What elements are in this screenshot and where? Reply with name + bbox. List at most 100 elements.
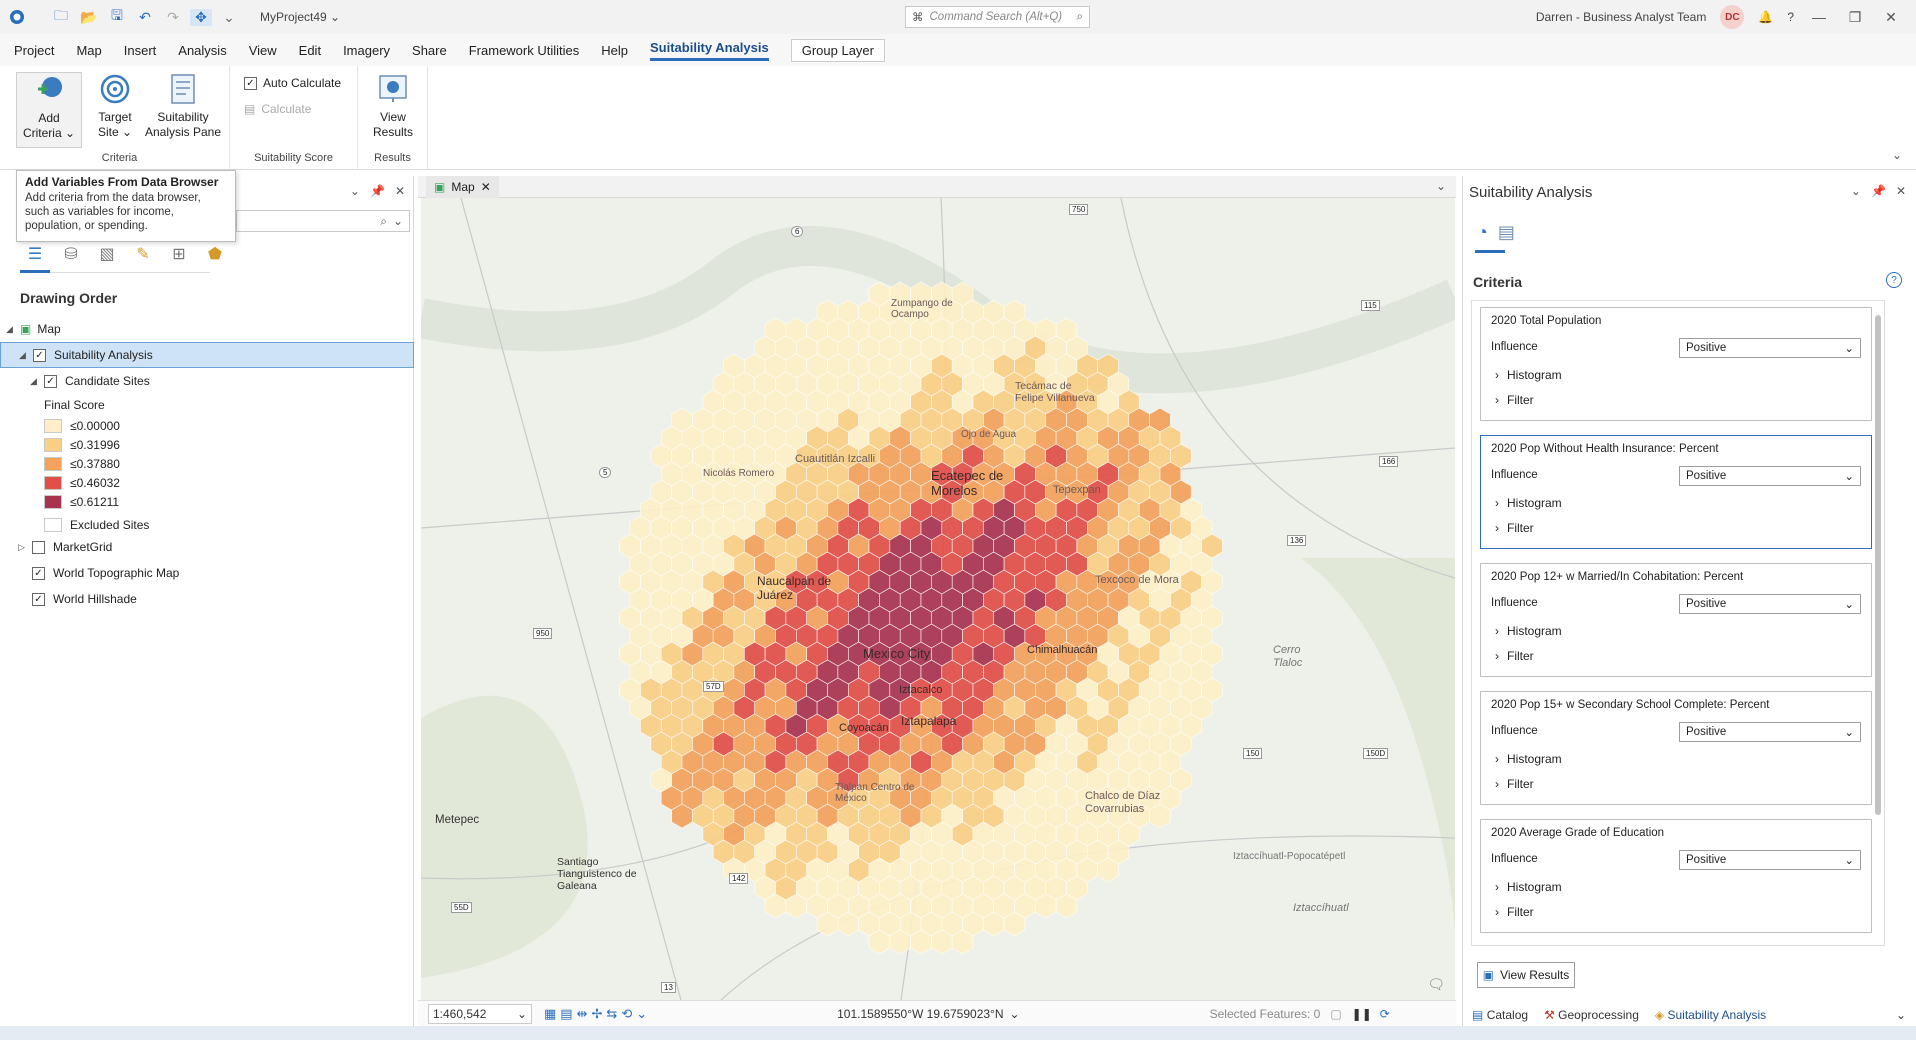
new-project-icon[interactable]: 🗀 xyxy=(50,5,72,29)
tab-map[interactable]: Map xyxy=(76,43,101,58)
scrollbar-thumb[interactable] xyxy=(1875,315,1881,815)
criteria-list[interactable]: 2020 Total Population Influence Positive ⌄ ›… xyxy=(1471,300,1885,946)
tree-item-suitability-analysis[interactable]: ◢ ✓ Suitability Analysis xyxy=(0,342,414,368)
histogram-expander[interactable]: › Histogram xyxy=(1495,880,1562,894)
filter-expander[interactable]: › Filter xyxy=(1495,393,1534,407)
previous-extent-icon[interactable]: ⇆ xyxy=(606,1006,617,1022)
visibility-checkbox[interactable] xyxy=(32,540,45,554)
search-options-icon[interactable]: ⌄ xyxy=(393,214,403,228)
tree-item-map[interactable]: ◢ ▣ Map xyxy=(0,316,414,342)
chevron-down-icon[interactable]: ⌄ xyxy=(636,1006,647,1022)
tab-insert[interactable]: Insert xyxy=(124,43,157,58)
tab-criteria-icon[interactable]: ◔ xyxy=(1477,222,1488,243)
vertical-scrollbar[interactable] xyxy=(1874,305,1882,941)
close-pane-icon[interactable]: ✕ xyxy=(395,184,405,198)
customize-toolbar-icon[interactable]: ⌄ xyxy=(218,9,240,26)
criterion-card[interactable]: 2020 Total Population Influence Positive ⌄ ›… xyxy=(1480,307,1872,421)
chevron-down-icon[interactable]: ⌄ xyxy=(1010,1007,1020,1021)
list-by-snapping-icon[interactable]: ⊞ xyxy=(168,244,190,264)
list-by-data-source-icon[interactable]: ⛁ xyxy=(60,244,82,264)
histogram-expander[interactable]: › Histogram xyxy=(1495,368,1562,382)
save-icon[interactable]: 🖫 xyxy=(106,5,128,29)
list-by-drawing-order-icon[interactable]: ☰ xyxy=(24,244,46,264)
visibility-checkbox[interactable]: ✓ xyxy=(32,592,45,606)
redo-icon[interactable]: ↷ xyxy=(162,9,184,26)
expand-caret-icon[interactable]: ▷ xyxy=(18,542,28,553)
histogram-expander[interactable]: › Histogram xyxy=(1495,496,1562,510)
map-notes-icon[interactable]: 🗨 xyxy=(1427,976,1445,993)
criterion-card[interactable]: 2020 Average Grade of Education Influence… xyxy=(1480,819,1872,933)
tab-suitability-analysis[interactable]: Suitability Analysis xyxy=(650,40,769,61)
list-by-labeling-icon[interactable]: ⬟ xyxy=(204,244,226,264)
influence-dropdown[interactable]: Positive ⌄ xyxy=(1679,338,1861,358)
avatar[interactable]: DC xyxy=(1720,5,1745,29)
clear-selection-icon[interactable]: ▢ xyxy=(1330,1007,1341,1021)
restore-button[interactable]: ❐ xyxy=(1844,9,1866,26)
tab-analysis[interactable]: Analysis xyxy=(178,43,226,58)
filter-expander[interactable]: › Filter xyxy=(1495,649,1534,663)
collapse-ribbon-icon[interactable]: ⌄ xyxy=(1892,148,1902,162)
pin-icon[interactable]: 📌 xyxy=(370,184,385,198)
tab-view[interactable]: View xyxy=(249,43,277,58)
close-window-button[interactable]: ✕ xyxy=(1880,9,1902,26)
help-icon[interactable]: ? xyxy=(1886,272,1902,288)
undo-icon[interactable]: ↶ xyxy=(134,9,156,26)
tab-share[interactable]: Share xyxy=(412,43,447,58)
close-pane-icon[interactable]: ✕ xyxy=(1896,184,1906,198)
influence-dropdown[interactable]: Positive ⌄ xyxy=(1679,850,1861,870)
criterion-card[interactable]: 2020 Pop 12+ w Married/In Cohabitation: … xyxy=(1480,563,1872,677)
tab-suitability-analysis-pane[interactable]: ◈ Suitability Analysis xyxy=(1655,1008,1766,1022)
contents-search-input[interactable]: ⌕ ⌄ xyxy=(236,210,410,232)
explore-tool-icon[interactable]: ✥ xyxy=(190,8,212,26)
tab-help[interactable]: Help xyxy=(601,43,628,58)
collapse-caret-icon[interactable]: ◢ xyxy=(30,376,40,387)
tab-framework-utilities[interactable]: Framework Utilities xyxy=(469,43,580,58)
filter-expander[interactable]: › Filter xyxy=(1495,905,1534,919)
close-tab-icon[interactable]: ✕ xyxy=(481,180,491,194)
distance-icon[interactable]: ⇹ xyxy=(577,1006,588,1022)
filter-expander[interactable]: › Filter xyxy=(1495,777,1534,791)
visibility-checkbox[interactable]: ✓ xyxy=(32,566,45,580)
tree-item-world-topographic-map[interactable]: ✓ World Topographic Map xyxy=(0,560,414,586)
user-name[interactable]: Darren - Business Analyst Team xyxy=(1536,10,1707,24)
tab-catalog[interactable]: ▤ Catalog xyxy=(1472,1008,1528,1022)
project-name[interactable]: MyProject49 ⌄ xyxy=(260,10,340,24)
minimize-button[interactable]: — xyxy=(1808,9,1830,25)
tab-group-layer[interactable]: Group Layer xyxy=(790,38,885,62)
collapse-caret-icon[interactable]: ◢ xyxy=(19,350,29,361)
refresh-icon[interactable]: ⟳ xyxy=(1380,1007,1390,1021)
scale-selector[interactable]: 1:460,542 ⌄ xyxy=(428,1003,532,1024)
command-search-input[interactable]: ⌘ Command Search (Alt+Q) ⌕ xyxy=(905,6,1090,28)
help-icon[interactable]: ? xyxy=(1787,10,1794,24)
map-view-tab[interactable]: ▣ Map ✕ xyxy=(426,176,499,198)
fixed-zoom-in-icon[interactable]: ▦ xyxy=(544,1006,556,1022)
target-site-button[interactable]: Target Site ⌄ xyxy=(90,72,140,140)
tree-item-marketgrid[interactable]: ▷ MarketGrid xyxy=(0,534,414,560)
influence-dropdown[interactable]: Positive ⌄ xyxy=(1679,466,1861,486)
visibility-checkbox[interactable]: ✓ xyxy=(44,374,57,388)
pane-options-icon[interactable]: ⌄ xyxy=(350,184,360,198)
rotate-icon[interactable]: ⟲ xyxy=(621,1006,632,1022)
suitability-analysis-pane-button[interactable]: Suitability Analysis Pane xyxy=(142,72,224,140)
pan-icon[interactable]: ✢ xyxy=(592,1006,603,1022)
map-view[interactable]: Zumpango de Ocampo Tecámac de Felipe Vil… xyxy=(421,198,1455,1000)
pane-options-icon[interactable]: ⌄ xyxy=(1851,184,1861,198)
tree-item-world-hillshade[interactable]: ✓ World Hillshade xyxy=(0,586,414,612)
view-results-button[interactable]: ▣ View Results xyxy=(1477,962,1575,988)
view-results-ribbon-button[interactable]: View Results xyxy=(366,72,420,140)
grid-icon[interactable]: ▤ xyxy=(560,1006,572,1022)
list-by-selection-icon[interactable]: ▧ xyxy=(96,244,118,264)
influence-dropdown[interactable]: Positive ⌄ xyxy=(1679,594,1861,614)
pin-icon[interactable]: 📌 xyxy=(1871,184,1886,198)
selected-features-count[interactable]: Selected Features: 0 xyxy=(1210,1007,1321,1021)
criterion-card[interactable]: 2020 Pop 15+ w Secondary School Complete… xyxy=(1480,691,1872,805)
tree-item-candidate-sites[interactable]: ◢ ✓ Candidate Sites xyxy=(0,368,414,394)
auto-calculate-checkbox[interactable]: ✓ Auto Calculate xyxy=(244,76,341,90)
notifications-bell-icon[interactable]: 🔔 xyxy=(1758,10,1773,24)
open-project-icon[interactable]: 📂 xyxy=(78,9,100,26)
criterion-card[interactable]: 2020 Pop Without Health Insurance: Perce… xyxy=(1480,435,1872,549)
pause-drawing-icon[interactable]: ❚❚ xyxy=(1352,1007,1372,1021)
list-by-editing-icon[interactable]: ✎ xyxy=(132,244,154,264)
chevron-down-icon[interactable]: ⌄ xyxy=(1896,1008,1906,1022)
histogram-expander[interactable]: › Histogram xyxy=(1495,752,1562,766)
